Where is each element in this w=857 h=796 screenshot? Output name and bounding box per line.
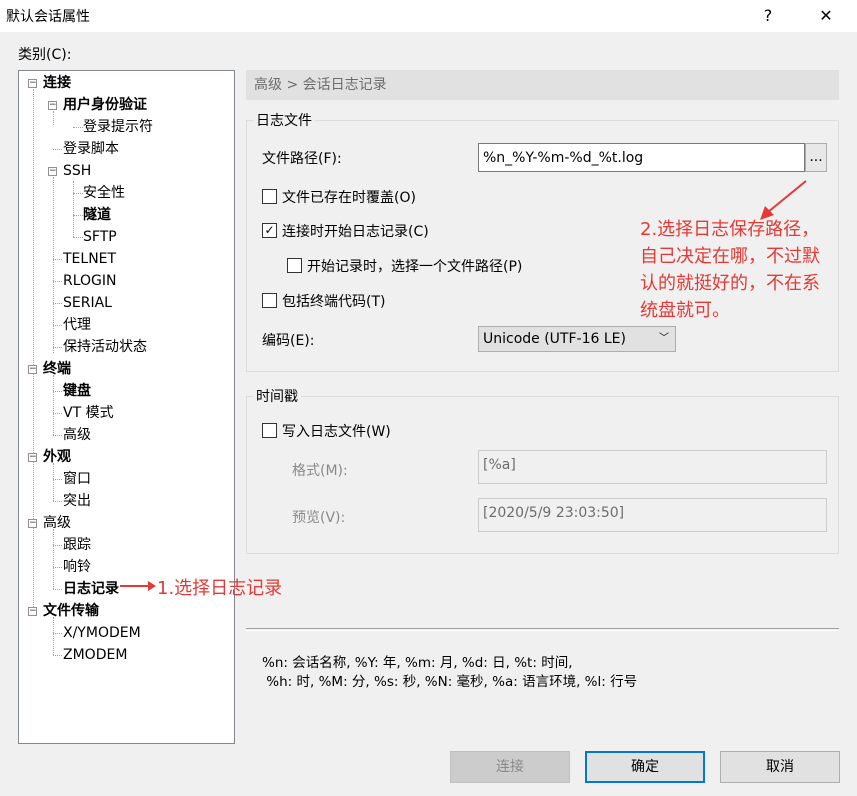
help-button[interactable]: ? [745, 0, 791, 32]
collapse-icon[interactable]: − [48, 101, 57, 110]
overwrite-checkbox[interactable] [262, 189, 277, 204]
encoding-label: 编码(E): [262, 333, 315, 349]
chevron-down-icon: ﹀ [659, 333, 669, 344]
start-on-connect-checkbox[interactable]: ✓ [262, 223, 277, 238]
title-bar: 默认会话属性 ? ✕ [0, 0, 857, 32]
write-timestamp-label: 写入日志文件(W) [282, 424, 391, 440]
tree-item-login-script[interactable]: 登录脚本 [63, 139, 119, 159]
encoding-select[interactable]: Unicode (UTF-16 LE) ﹀ [478, 326, 676, 352]
annotation-arrow-left [120, 581, 156, 591]
annotation-step-2-line4: 统盘就可。 [640, 300, 730, 321]
encoding-value: Unicode (UTF-16 LE) [483, 331, 626, 347]
preview-input: [2020/5/9 23:03:50] [478, 498, 827, 532]
close-button[interactable]: ✕ [803, 0, 849, 32]
tree-item-proxy[interactable]: 代理 [63, 315, 91, 335]
start-on-connect-label: 连接时开始日志记录(C) [282, 224, 429, 240]
tree-item-sftp[interactable]: SFTP [83, 227, 117, 247]
include-terminal-codes-checkbox[interactable] [262, 293, 277, 308]
tree-item-terminal-advanced[interactable]: 高级 [63, 425, 91, 445]
tree-item-keyboard[interactable]: 键盘 [63, 381, 91, 401]
include-terminal-codes-label: 包括终端代码(T) [282, 294, 386, 310]
tree-item-xymodem[interactable]: X/YMODEM [63, 623, 141, 643]
tree-item-connection[interactable]: 连接 [43, 73, 71, 93]
browse-button[interactable]: ... [805, 143, 827, 172]
tree-item-vt-mode[interactable]: VT 模式 [63, 403, 114, 423]
overwrite-label: 文件已存在时覆盖(O) [282, 190, 416, 206]
log-file-group-title: 日志文件 [253, 110, 315, 130]
tree-item-rlogin[interactable]: RLOGIN [63, 271, 117, 291]
tree-item-telnet[interactable]: TELNET [63, 249, 116, 269]
tree-item-highlight[interactable]: 突出 [63, 491, 91, 511]
separator [246, 628, 839, 631]
tree-item-logging[interactable]: 日志记录 [63, 579, 119, 599]
tree-item-window[interactable]: 窗口 [63, 469, 91, 489]
cancel-button[interactable]: 取消 [720, 751, 840, 783]
tree-item-terminal[interactable]: 终端 [43, 359, 71, 379]
tree-item-keepalive[interactable]: 保持活动状态 [63, 337, 147, 357]
timestamp-group-title: 时间戳 [253, 386, 301, 406]
annotation-step-2-line3: 认的就挺好的，不在系 [640, 273, 820, 294]
breadcrumb: 高级 > 会话日志记录 [246, 70, 839, 100]
annotation-step-2-line2: 自己决定在哪，不过默 [640, 246, 820, 267]
collapse-icon[interactable]: − [28, 519, 37, 528]
path-label: 文件路径(F): [262, 151, 342, 167]
tree-item-bell[interactable]: 响铃 [63, 557, 91, 577]
tree-item-file-transfer[interactable]: 文件传输 [43, 601, 99, 621]
ok-button[interactable]: 确定 [585, 751, 705, 783]
annotation-step-2: 2.选择日志保存路径， 自己决定在哪，不过默 认的就挺好的，不在系 统盘就可。 [640, 216, 820, 324]
format-label: 格式(M): [292, 463, 348, 479]
path-input[interactable]: %n_%Y-%m-%d_%t.log [478, 143, 805, 172]
choose-path-label: 开始记录时，选择一个文件路径(P) [307, 259, 523, 275]
write-timestamp-checkbox[interactable] [262, 423, 277, 438]
connect-button[interactable]: 连接 [450, 751, 570, 783]
help-text-line1: %n: 会话名称, %Y: 年, %m: 月, %d: 日, %t: 时间, [262, 655, 573, 671]
category-tree[interactable]: − 连接 − 用户身份验证 登录提示符 登录脚本 − SSH 安全性 隧道 SF… [18, 70, 235, 744]
tree-item-auth[interactable]: 用户身份验证 [63, 95, 147, 115]
category-label: 类别(C): [18, 47, 72, 63]
tree-item-serial[interactable]: SERIAL [63, 293, 112, 313]
format-input[interactable]: [%a] [478, 450, 827, 484]
tree-item-advanced[interactable]: 高级 [43, 513, 71, 533]
collapse-icon[interactable]: − [28, 365, 37, 374]
annotation-step-1: 1.选择日志记录 [157, 578, 283, 599]
tree-item-tunnel[interactable]: 隧道 [83, 205, 111, 225]
collapse-icon[interactable]: − [28, 453, 37, 462]
tree-item-ssh[interactable]: SSH [63, 161, 91, 181]
tree-item-trace[interactable]: 跟踪 [63, 535, 91, 555]
annotation-step-2-line1: 2.选择日志保存路径， [640, 219, 820, 240]
window-title: 默认会话属性 [6, 9, 90, 25]
tree-item-appearance[interactable]: 外观 [43, 447, 71, 467]
collapse-icon[interactable]: − [28, 79, 37, 88]
tree-item-login-prompt[interactable]: 登录提示符 [83, 117, 153, 137]
collapse-icon[interactable]: − [48, 167, 57, 176]
tree-item-security[interactable]: 安全性 [83, 183, 125, 203]
help-text-line2: %h: 时, %M: 分, %s: 秒, %N: 毫秒, %a: 语言环境, %… [262, 674, 638, 690]
tree-item-zmodem[interactable]: ZMODEM [63, 645, 127, 665]
choose-path-checkbox[interactable] [287, 258, 302, 273]
preview-label: 预览(V): [292, 510, 346, 526]
collapse-icon[interactable]: − [28, 607, 37, 616]
